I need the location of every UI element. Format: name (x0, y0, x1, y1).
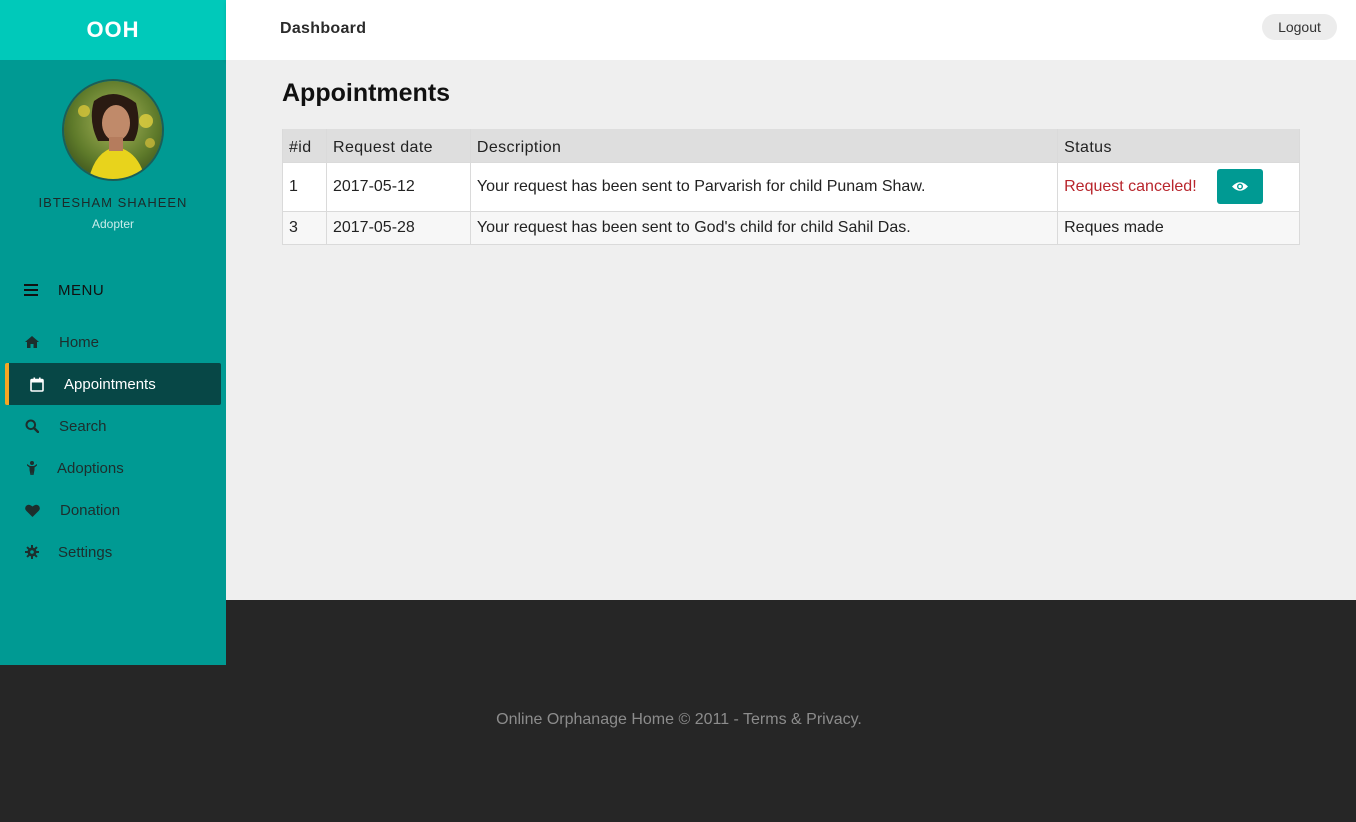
sidebar-item-label: Adoptions (57, 459, 124, 477)
page-title: Appointments (282, 79, 451, 107)
gear-icon (24, 544, 40, 560)
sidebar-item-label: Appointments (64, 375, 156, 393)
view-button[interactable] (1217, 169, 1263, 204)
footer-copyright[interactable]: Online Orphanage Home © 2011 - Terms & P… (496, 711, 862, 728)
heart-icon (24, 502, 40, 518)
sidebar-item-label: Home (59, 333, 100, 351)
cell-description: Your request has been sent to Parvarish … (469, 161, 1059, 212)
top-header: Dashboard Logout (226, 0, 1356, 60)
brand-logo[interactable]: OOH (0, 0, 226, 60)
search-icon (24, 418, 40, 434)
cell-date: 2017-05-28 (325, 210, 471, 245)
cell-description: Your request has been sent to God's chil… (469, 210, 1059, 245)
main-content: Appointments #id Request date Descriptio… (226, 60, 1356, 600)
sidebar-item-search[interactable]: Search (5, 405, 221, 447)
cell-status: Request canceled! (1057, 161, 1300, 212)
logout-button[interactable]: Logout (1262, 14, 1337, 40)
column-header: Request date (325, 129, 471, 162)
sidebar-item-appointments[interactable]: Appointments (5, 363, 221, 405)
brand-text: OOH (86, 17, 140, 42)
column-header: #id (282, 129, 327, 162)
child-icon (24, 460, 40, 476)
eye-icon (1232, 182, 1248, 191)
menu-toggle[interactable]: MENU (24, 281, 105, 299)
table-row: 3 2017-05-28 Your request has been sent … (282, 210, 1300, 245)
sidebar-item-home[interactable]: Home (5, 321, 221, 363)
calendar-icon (29, 376, 45, 392)
appointments-table: #id Request date Description Status 1 20… (282, 129, 1300, 245)
sidebar-item-label: Settings (58, 543, 113, 561)
column-header: Status (1057, 129, 1300, 162)
cell-date: 2017-05-12 (325, 161, 471, 212)
bars-icon (24, 284, 38, 296)
sidebar-item-adoptions[interactable]: Adoptions (5, 447, 221, 489)
sidebar-item-label: Donation (60, 501, 121, 519)
page-header-title[interactable]: Dashboard (280, 20, 366, 38)
footer-text: Online Orphanage Home © 2011 - Terms & P… (0, 711, 1356, 729)
sidebar: IBTESHAM SHAHEEN Adopter MENU Home Appoi… (0, 60, 226, 665)
cell-id: 3 (282, 210, 327, 245)
table-row: 1 2017-05-12 Your request has been sent … (282, 161, 1300, 212)
status-text: Request canceled! (1064, 177, 1197, 195)
user-role: Adopter (91, 217, 135, 231)
column-header: Description (469, 129, 1059, 162)
user-avatar-photo (64, 81, 162, 179)
sidebar-item-donation[interactable]: Donation (5, 489, 221, 531)
cell-status: Reques made (1057, 210, 1300, 245)
home-icon (24, 334, 40, 350)
menu-heading: MENU (58, 281, 105, 299)
sidebar-item-label: Search (59, 417, 107, 435)
avatar (62, 79, 164, 181)
table-header-row: #id Request date Description Status (282, 129, 1300, 162)
sidebar-item-settings[interactable]: Settings (5, 531, 221, 573)
cell-id: 1 (282, 161, 327, 212)
user-name: IBTESHAM SHAHEEN (38, 195, 188, 210)
